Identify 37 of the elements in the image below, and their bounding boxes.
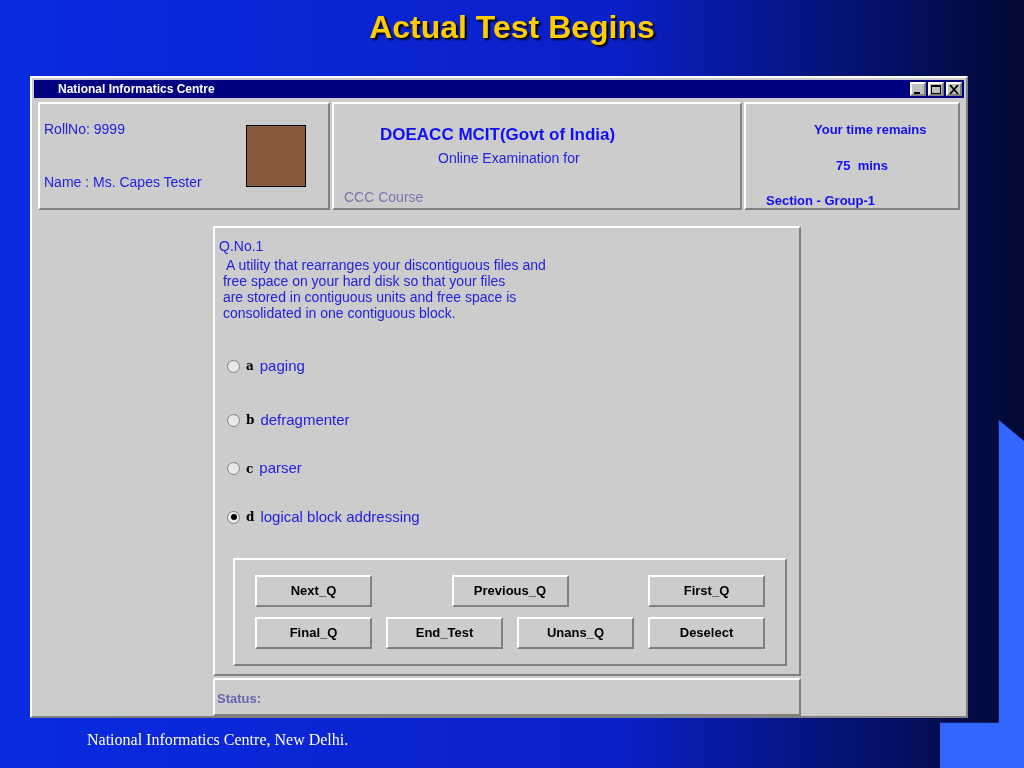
question-number: Q.No.1 <box>219 237 265 256</box>
photo-placeholder <box>246 125 306 187</box>
navigation-button[interactable]: First_Q <box>648 575 765 607</box>
option-label[interactable]: logical block addressing <box>260 505 420 529</box>
slide-title: Actual Test Begins <box>369 8 655 47</box>
question-text: A utility that rearranges your discontiguous files and free space on your hard disk so that your files are stored in contiguous units and free space is consolidated in one contiguous block. <box>221 257 547 321</box>
navigation-button[interactable]: Previous_Q <box>451 575 569 607</box>
status-label: Status: <box>217 689 262 708</box>
close-icon[interactable] <box>946 82 962 96</box>
radio-button[interactable] <box>227 462 240 475</box>
time-remaining: 75 mins <box>836 156 890 175</box>
radio-button[interactable] <box>227 413 240 427</box>
option-letter: a <box>246 358 254 375</box>
navigation-button[interactable]: Deselect <box>648 617 765 649</box>
section-label: Section - Group-1 <box>766 192 877 210</box>
navigation-button[interactable]: Next_Q <box>255 575 372 607</box>
navigation-button[interactable]: Unans_Q <box>517 617 634 649</box>
navigation-button[interactable]: Final_Q <box>255 617 372 649</box>
window-title: National Informatics Centre <box>57 81 215 98</box>
exam-subheading: Online Examination for <box>438 148 581 168</box>
roll-number: RollNo: 9999 <box>44 120 126 139</box>
candidate-name: Name : Ms. Capes Tester <box>44 173 202 192</box>
maximize-icon[interactable] <box>928 82 944 96</box>
slide-footer: National Informatics Centre, New Delhi. <box>87 731 349 748</box>
course-name: CCC Course <box>344 187 425 207</box>
navigation-button[interactable]: End_Test <box>386 617 503 649</box>
option-letter: b <box>246 412 255 429</box>
radio-button[interactable] <box>227 359 240 373</box>
option-letter: c <box>246 460 254 478</box>
minimize-icon[interactable] <box>910 82 926 96</box>
option-label[interactable]: defragmenter <box>260 408 350 432</box>
radio-button[interactable] <box>227 510 240 524</box>
exam-heading: DOEACC MCIT(Govt of India) <box>380 124 617 146</box>
time-remaining-label: Your time remains <box>814 121 928 139</box>
option-label[interactable]: parser <box>259 457 302 480</box>
option-label[interactable]: paging <box>259 354 305 378</box>
option-letter: d <box>246 509 255 526</box>
